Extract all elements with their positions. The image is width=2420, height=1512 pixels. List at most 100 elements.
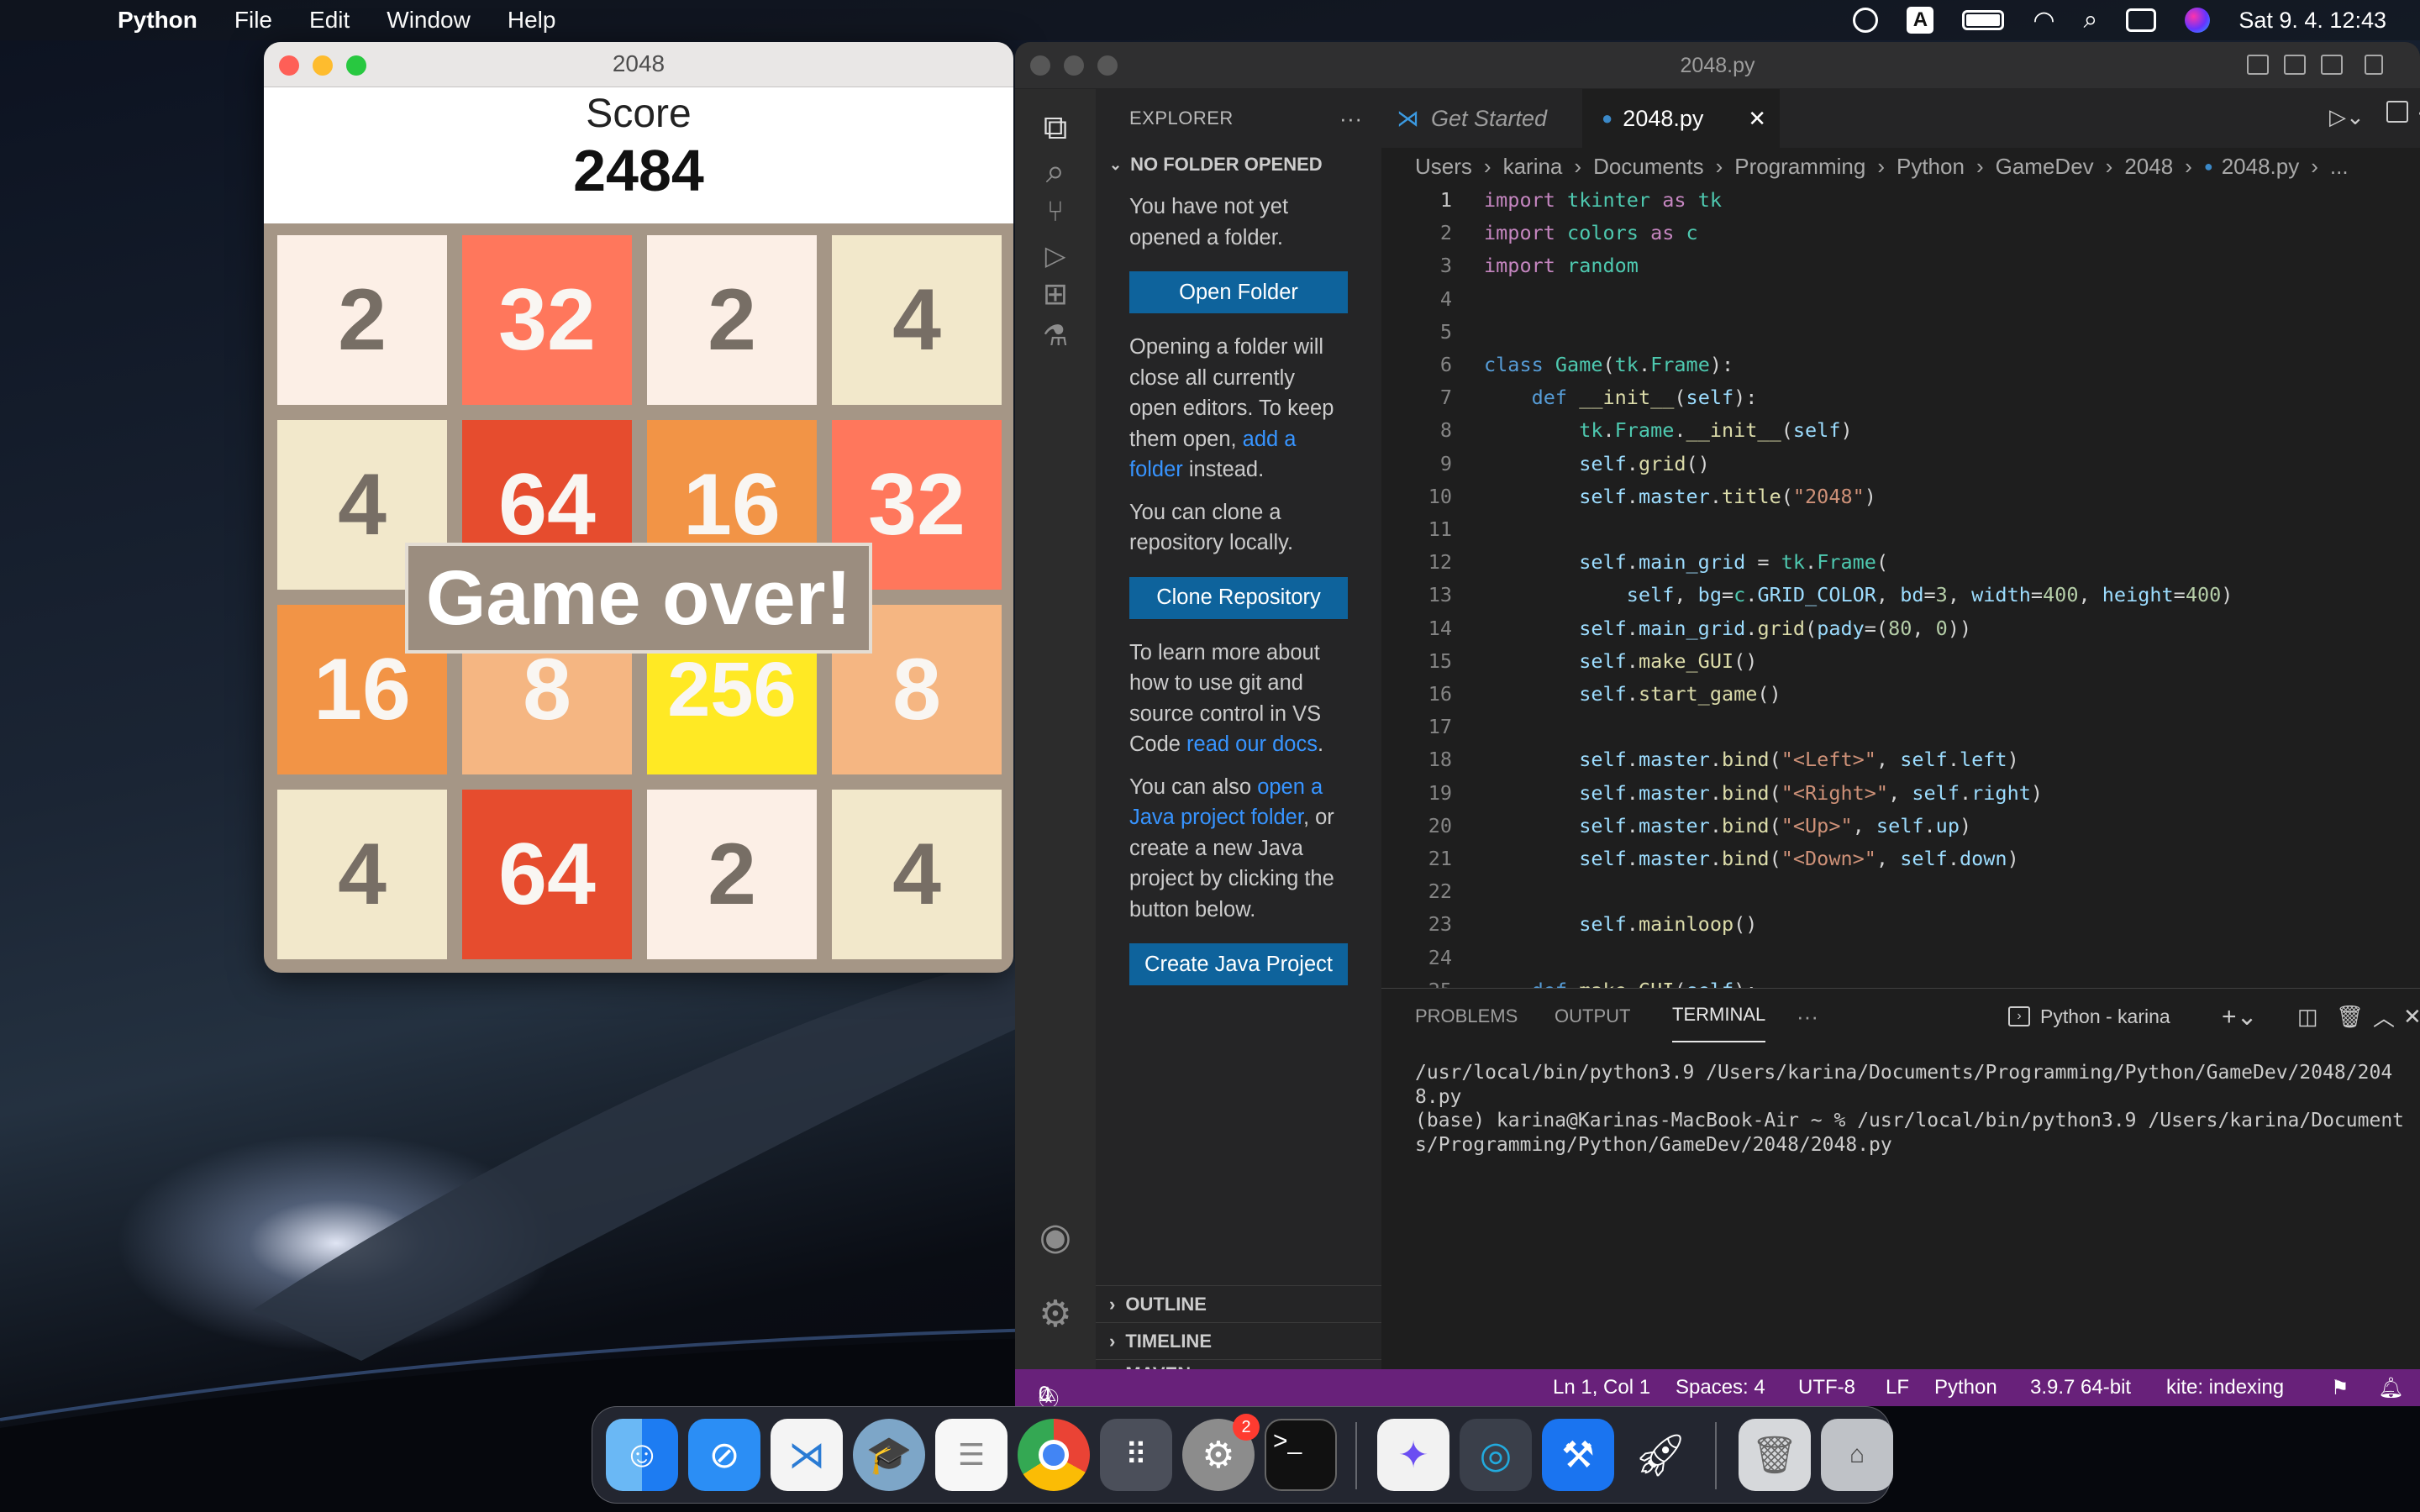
battery-icon[interactable]: [1962, 10, 2005, 30]
timeline-section[interactable]: › TIMELINE: [1096, 1322, 1381, 1359]
code-line[interactable]: class Game(tk.Frame):: [1484, 353, 1733, 376]
menu-file[interactable]: File: [234, 7, 272, 34]
code-line[interactable]: self.master.bind("<Left>", self.left): [1484, 748, 2019, 771]
system-preferences-icon[interactable]: ⚙ 2: [1182, 1414, 1260, 1491]
maven-section[interactable]: ›MAVEN: [1096, 1359, 1381, 1384]
code-line[interactable]: self.main_grid.grid(pady=(80, 0)): [1484, 617, 1971, 640]
code-line[interactable]: self.grid(): [1484, 452, 1710, 475]
indentation[interactable]: Spaces: 4: [1676, 1376, 1765, 1399]
xcode-icon[interactable]: ⚒: [1542, 1419, 1614, 1491]
toggle-panel-icon[interactable]: [2284, 55, 2306, 75]
finder-icon[interactable]: ☺: [606, 1419, 678, 1491]
toggle-secondary-sidebar-icon[interactable]: [2321, 55, 2343, 75]
create-java-project-button[interactable]: Create Java Project: [1129, 943, 1348, 985]
kite-app-icon[interactable]: ✦: [1377, 1419, 1449, 1491]
trash-icon[interactable]: 🗑: [1739, 1419, 1811, 1491]
open-folder-button[interactable]: Open Folder: [1129, 271, 1348, 313]
feedback-icon[interactable]: ⚑: [2331, 1376, 2349, 1400]
input-source-icon[interactable]: A: [1907, 7, 1934, 34]
run-python-icon[interactable]: ▷⌄: [2329, 104, 2365, 130]
breadcrumb-item[interactable]: Users: [1415, 154, 1472, 180]
explorer-icon[interactable]: ⧉: [1034, 106, 1077, 150]
kite-status[interactable]: kite: indexing: [2166, 1376, 2284, 1399]
more-actions-icon[interactable]: ···: [1797, 989, 1818, 1044]
terminal-output[interactable]: /usr/local/bin/python3.9 /Users/karina/D…: [1415, 1061, 2407, 1157]
breadcrumb-item[interactable]: Documents: [1593, 154, 1704, 180]
split-editor-icon[interactable]: [2386, 101, 2408, 123]
rocket-app-icon[interactable]: 🚀︎: [1624, 1419, 1697, 1491]
breadcrumb-item[interactable]: 2048: [2124, 154, 2173, 180]
split-terminal-icon[interactable]: ◫: [2297, 989, 2318, 1044]
encoding[interactable]: UTF-8: [1798, 1376, 1855, 1399]
code-line[interactable]: import random: [1484, 254, 1639, 277]
quicktime-icon[interactable]: ◎: [1460, 1419, 1532, 1491]
code-line[interactable]: self.make_GUI(): [1484, 649, 1757, 673]
outline-section[interactable]: › OUTLINE: [1096, 1285, 1381, 1322]
menu-edit[interactable]: Edit: [309, 7, 350, 34]
tab-problems[interactable]: PROBLEMS: [1415, 989, 1518, 1044]
chrome-icon[interactable]: [1018, 1419, 1090, 1491]
menu-help[interactable]: Help: [508, 7, 556, 34]
manage-gear-icon[interactable]: ⚙: [1034, 1292, 1077, 1336]
code-editor[interactable]: 1 import tkinter as tk 2 import colors as c…: [1381, 185, 2420, 988]
close-tab-icon[interactable]: ✕: [1748, 106, 1766, 132]
testing-icon[interactable]: ⚗: [1034, 314, 1077, 358]
code-line[interactable]: self.master.title("2048"): [1484, 485, 1876, 508]
vscode-icon[interactable]: ⋊: [771, 1419, 843, 1491]
safari-icon[interactable]: ⊘: [688, 1419, 760, 1491]
code-line[interactable]: self.main_grid = tk.Frame(: [1484, 550, 1888, 574]
extensions-icon[interactable]: ⊞: [1034, 272, 1077, 316]
breadcrumb-item[interactable]: ...: [2330, 154, 2349, 180]
bell-icon[interactable]: 🔔︎: [2378, 1376, 2403, 1400]
play-status-icon[interactable]: [1853, 8, 1879, 33]
language-mode[interactable]: Python: [1934, 1376, 1997, 1399]
read-docs-link[interactable]: read our docs: [1186, 732, 1318, 756]
toggle-sidebar-icon[interactable]: [2247, 55, 2269, 75]
graduation-app-icon[interactable]: 🎓: [853, 1419, 925, 1491]
tab-output[interactable]: OUTPUT: [1555, 989, 1630, 1044]
line-ending[interactable]: LF: [1886, 1376, 1909, 1399]
code-line[interactable]: def make_GUI(self):: [1484, 979, 1758, 988]
code-line[interactable]: self.master.bind("<Up>", self.up): [1484, 814, 1971, 837]
tab-terminal[interactable]: TERMINAL: [1672, 989, 1766, 1042]
cursor-position[interactable]: Ln 1, Col 1: [1553, 1376, 1650, 1399]
close-panel-icon[interactable]: ✕: [2403, 989, 2420, 1044]
accounts-icon[interactable]: ◉: [1034, 1215, 1077, 1258]
breadcrumb-item[interactable]: Python: [1897, 154, 1965, 180]
menu-window[interactable]: Window: [387, 7, 471, 34]
code-line[interactable]: import colors as c: [1484, 221, 1698, 244]
menu-app-name[interactable]: Python: [118, 7, 197, 34]
code-line[interactable]: self.mainloop(): [1484, 912, 1757, 936]
clone-repository-button[interactable]: Clone Repository: [1129, 576, 1348, 619]
clock[interactable]: Sat 9. 4. 12:43: [2238, 8, 2386, 34]
new-terminal-icon[interactable]: +⌄: [2222, 989, 2258, 1044]
python-interpreter[interactable]: 3.9.7 64-bit: [2030, 1376, 2131, 1399]
customize-layout-icon[interactable]: [2365, 55, 2383, 75]
maximize-panel-icon[interactable]: ︿: [2373, 989, 2395, 1044]
terminal-app-icon[interactable]: >_: [1265, 1419, 1337, 1491]
tab-get-started[interactable]: ⋊ Get Started: [1381, 89, 1583, 148]
breadcrumb-item[interactable]: GameDev: [1996, 154, 2094, 180]
more-actions-icon[interactable]: ···: [2417, 99, 2420, 125]
terminal-profile[interactable]: › Python - karina: [2008, 989, 2170, 1044]
no-folder-section[interactable]: ⌄ NO FOLDER OPENED: [1096, 148, 1381, 181]
control-center-icon[interactable]: [2126, 8, 2157, 32]
run-debug-icon[interactable]: ▷: [1034, 234, 1077, 277]
code-line[interactable]: self.master.bind("<Down>", self.down): [1484, 847, 2019, 870]
breadcrumb-item[interactable]: Programming: [1734, 154, 1865, 180]
trash-icon[interactable]: 🗑: [2336, 989, 2364, 1044]
source-control-icon[interactable]: ⑂: [1034, 190, 1077, 234]
code-line[interactable]: self.start_game(): [1484, 682, 1781, 706]
wifi-icon[interactable]: ◠: [2033, 6, 2054, 35]
code-line[interactable]: tk.Frame.__init__(self): [1484, 418, 1852, 442]
launchpad-icon[interactable]: ⠿: [1100, 1419, 1172, 1491]
search-icon[interactable]: ⌕: [2084, 6, 2098, 34]
reminders-icon[interactable]: ☰: [935, 1419, 1007, 1491]
code-line[interactable]: def __init__(self):: [1484, 386, 1758, 409]
search-icon[interactable]: ⌕: [1034, 150, 1077, 193]
breadcrumb-item[interactable]: karina: [1503, 154, 1563, 180]
code-line[interactable]: self.master.bind("<Right>", self.right): [1484, 781, 2043, 805]
disk-icon[interactable]: ⌂: [1821, 1419, 1893, 1491]
tab-2048-py[interactable]: ● 2048.py ✕: [1583, 89, 1780, 148]
code-line[interactable]: import tkinter as tk: [1484, 188, 1722, 212]
